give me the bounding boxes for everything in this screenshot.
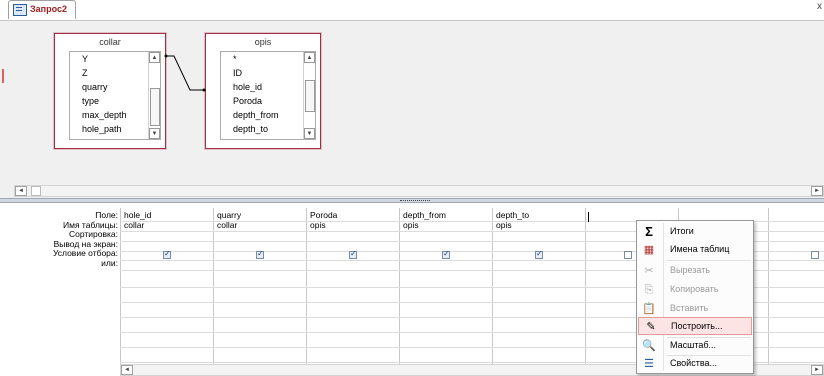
query-icon bbox=[13, 4, 27, 16]
join-line[interactable] bbox=[0, 21, 824, 199]
show-checkbox[interactable] bbox=[811, 251, 819, 259]
paste-icon: 📋 bbox=[642, 303, 656, 315]
grid-table-cell[interactable]: opis bbox=[310, 220, 326, 231]
menu-separator bbox=[667, 260, 751, 261]
show-checkbox[interactable] bbox=[624, 251, 632, 259]
build-icon: ✎ bbox=[646, 321, 656, 333]
cut-icon: ✂ bbox=[644, 265, 654, 277]
properties-icon: ☰ bbox=[644, 358, 654, 370]
grid-column-divider bbox=[120, 208, 121, 373]
diagram-horizontal-scrollbar[interactable]: ◄ ► bbox=[14, 185, 824, 197]
show-checkbox[interactable] bbox=[442, 249, 450, 259]
grid-column-divider bbox=[585, 208, 586, 373]
show-checkbox[interactable] bbox=[163, 249, 171, 259]
menu-item-label: Итоги bbox=[670, 226, 694, 236]
grid-column-divider bbox=[399, 208, 400, 373]
menu-item-table-names[interactable]: ▦ Имена таблиц bbox=[637, 241, 753, 259]
grid-column-divider bbox=[213, 208, 214, 373]
menu-item-label: Масштаб... bbox=[670, 340, 717, 350]
grid-table-cell[interactable]: collar bbox=[124, 220, 144, 231]
query-tab-label: Запрос2 bbox=[30, 4, 67, 14]
menu-item-label: Вырезать bbox=[670, 265, 711, 275]
menu-item-zoom[interactable]: 🔍 Масштаб... bbox=[637, 337, 753, 355]
context-menu: Σ Итоги ▦ Имена таблиц ✂ Вырезать ⎘ Копи… bbox=[636, 220, 754, 374]
document-tab-bar: Запрос2 x bbox=[0, 0, 824, 20]
sigma-icon: Σ bbox=[645, 224, 653, 239]
table-diagram-pane: collar Y Z quarry type max_depth hole_pa… bbox=[0, 20, 824, 199]
menu-item-cut[interactable]: ✂ Вырезать bbox=[637, 262, 753, 280]
menu-item-build[interactable]: ✎ Построить... bbox=[638, 317, 752, 335]
copy-icon: ⎘ bbox=[644, 284, 654, 296]
menu-item-label: Вставить bbox=[670, 303, 709, 313]
menu-item-paste[interactable]: 📋 Вставить bbox=[637, 300, 753, 318]
scroll-left-icon[interactable]: ◄ bbox=[15, 186, 27, 196]
grid-column-divider bbox=[768, 208, 769, 373]
table-names-icon: ▦ bbox=[643, 244, 655, 256]
grid-column-divider bbox=[306, 208, 307, 373]
grid-table-cell[interactable]: opis bbox=[496, 220, 512, 231]
scroll-thumb[interactable] bbox=[31, 186, 41, 196]
close-icon[interactable]: x bbox=[817, 1, 822, 12]
scroll-right-icon[interactable]: ► bbox=[811, 186, 823, 196]
grid-table-cell[interactable]: opis bbox=[403, 220, 419, 231]
text-caret bbox=[588, 212, 589, 222]
menu-item-totals[interactable]: Σ Итоги bbox=[637, 223, 753, 241]
menu-item-label: Свойства... bbox=[670, 358, 718, 368]
menu-item-label: Построить... bbox=[671, 321, 723, 331]
grid-row-labels: Поле: Имя таблицы: Сортировка: Вывод на … bbox=[0, 210, 120, 268]
scroll-left-icon[interactable]: ◄ bbox=[121, 365, 133, 375]
menu-item-copy[interactable]: ⎘ Копировать bbox=[637, 281, 753, 299]
grid-column-divider bbox=[492, 208, 493, 373]
show-checkbox[interactable] bbox=[535, 249, 543, 259]
scroll-right-icon[interactable]: ► bbox=[811, 365, 823, 375]
menu-item-label: Имена таблиц bbox=[670, 244, 730, 254]
menu-item-properties[interactable]: ☰ Свойства... bbox=[637, 355, 753, 373]
grid-table-cell[interactable]: collar bbox=[217, 220, 237, 231]
menu-item-label: Копировать bbox=[670, 284, 719, 294]
query-tab[interactable]: Запрос2 bbox=[8, 0, 76, 19]
show-checkbox[interactable] bbox=[256, 249, 264, 259]
row-label-or: или: bbox=[101, 257, 118, 268]
show-checkbox[interactable] bbox=[349, 249, 357, 259]
zoom-icon: 🔍 bbox=[642, 340, 656, 352]
